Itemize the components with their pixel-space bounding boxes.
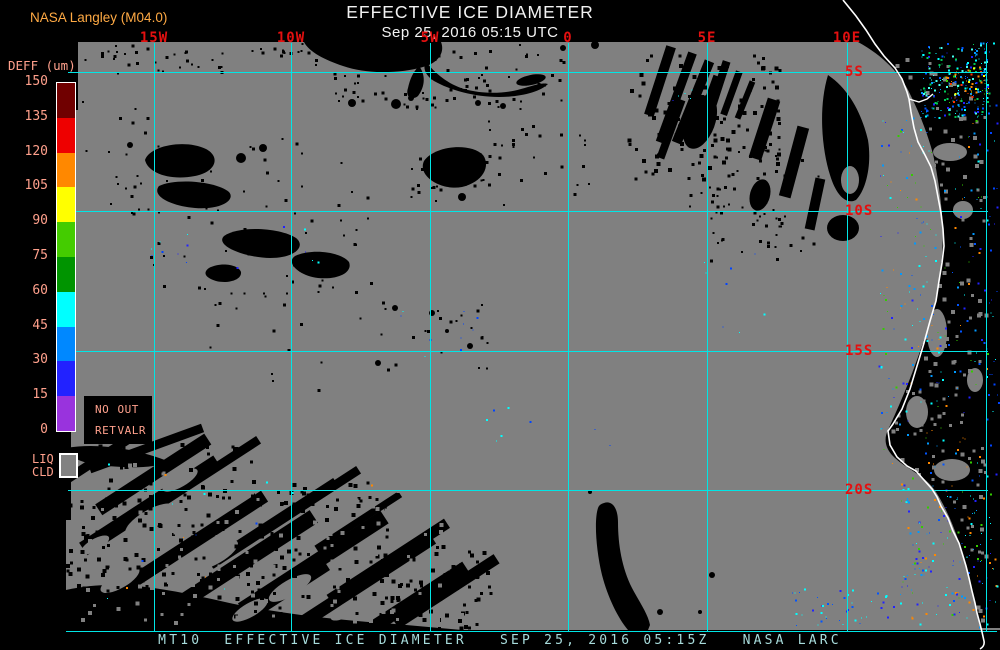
colorbar-segment [57,83,75,118]
colorbar-tick: 30 [32,352,48,368]
colorbar [56,82,76,432]
colorbar-segment [57,291,75,327]
flag-label: OUT [117,403,139,416]
page-title: EFFECTIVE ICE DIAMETER [346,2,594,22]
timestamp: Sep 25, 2016 05:15 UTC [381,24,559,41]
agency-credit: NASA Langley (M04.0) [30,10,168,25]
colorbar-segment [57,117,75,153]
colorbar-tick: 75 [32,248,48,263]
flag-label: RET [95,424,117,437]
title-block: EFFECTIVE ICE DIAMETER Sep 25, 2016 05:1… [346,2,594,41]
colorbar-segment [57,222,75,257]
flag-label: VALR [117,424,146,437]
liq-cld-line: CLD [32,465,54,479]
footer-caption: MT10 EFFECTIVE ICE DIAMETER SEP 25, 2016… [158,633,842,648]
colorbar-segment [57,396,75,431]
liquid-cloud-legend: LIQ CLD [32,453,78,479]
colorbar-tick: 0 [40,422,48,437]
colorbar-tick: 105 [24,178,48,194]
colorbar-segment [57,152,75,188]
colorbar-tick: 45 [32,317,48,333]
flag-label: NO [95,403,110,416]
colorbar-tick: 150 [24,74,48,89]
colorbar-tick: 15 [32,387,48,403]
retrieval-flag-legend: NO OUT RET VALR [84,396,152,444]
app-window: NASA Langley (M04.0) EFFECTIVE ICE DIAME… [0,0,1000,650]
colorbar-tick: 135 [24,108,48,124]
liquid-cloud-label: LIQ CLD [32,453,54,479]
colorbar-tick: 60 [32,282,48,298]
colorbar-segment [57,187,75,223]
colorbar-segment [57,256,75,292]
colorbar-title: DEFF (um) [8,58,76,73]
colorbar-tick: 120 [24,143,48,159]
colorbar-segment [57,361,75,397]
colorbar-tick: 90 [32,213,48,229]
colorbar-ticks: 150 135 120 105 90 75 60 45 30 15 0 [0,74,48,437]
liquid-cloud-swatch [58,453,78,478]
colorbar-segment [57,326,75,362]
map-canvas [65,0,1000,650]
